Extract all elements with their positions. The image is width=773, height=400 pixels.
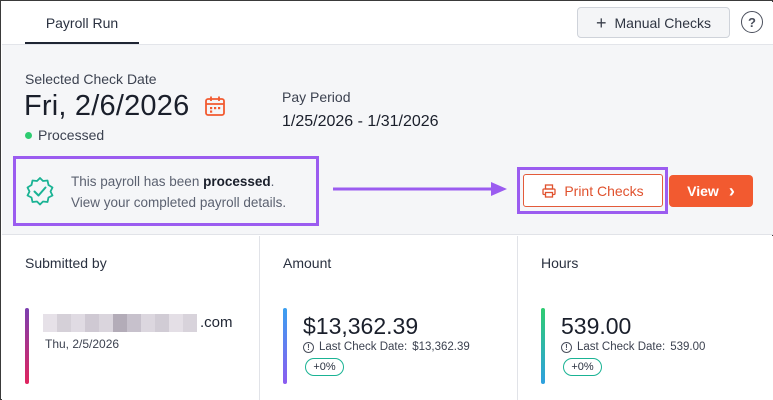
processed-notice: This payroll has been processed. View yo… — [13, 156, 319, 226]
tab-payroll-run[interactable]: Payroll Run — [25, 1, 139, 44]
card-accent-bar — [25, 308, 29, 384]
chevron-right-icon: › — [728, 181, 735, 201]
hours-value: 539.00 — [561, 313, 632, 339]
info-icon: ! — [303, 341, 314, 353]
hours-change-badge: +0% — [563, 358, 602, 376]
amount-last-check: ! Last Check Date: $13,362.39 — [303, 341, 470, 353]
hours-title: Hours — [541, 255, 579, 271]
calendar-icon[interactable] — [204, 95, 226, 117]
view-button[interactable]: View › — [669, 175, 753, 207]
payroll-window: Payroll Run + Manual Checks ? Selected C… — [0, 0, 773, 400]
arrow-right-icon — [333, 182, 507, 196]
tab-label: Payroll Run — [45, 14, 119, 31]
amount-title: Amount — [283, 255, 332, 271]
print-checks-button[interactable]: Print Checks — [523, 174, 663, 207]
email-suffix: .com — [200, 314, 233, 331]
submitted-by-card: Submitted by .com Thu, 2/5/2026 — [2, 236, 260, 400]
amount-value: $13,362.39 — [303, 313, 419, 339]
card-accent-bar — [541, 308, 545, 384]
status-indicator: Processed — [25, 127, 104, 143]
status-text: Processed — [38, 127, 105, 143]
notice-line-1: This payroll has been processed. — [71, 174, 275, 189]
check-badge-icon — [26, 177, 54, 206]
view-label: View — [687, 183, 719, 199]
print-checks-label: Print Checks — [564, 182, 644, 199]
hours-last-check: ! Last Check Date: 539.00 — [561, 341, 705, 353]
card-accent-bar — [283, 308, 287, 384]
pay-period-label: Pay Period — [282, 89, 351, 105]
check-date-value: Fri, 2/6/2026 — [24, 90, 190, 122]
printer-icon — [542, 183, 556, 198]
info-icon: ! — [561, 341, 572, 353]
help-icon[interactable]: ? — [741, 11, 763, 33]
pay-period-value: 1/25/2026 - 1/31/2026 — [282, 113, 439, 130]
amount-change-badge: +0% — [305, 358, 344, 376]
active-tab-underline — [25, 42, 139, 44]
amount-card: Amount $13,362.39 ! Last Check Date: $13… — [260, 236, 518, 400]
check-date-label: Selected Check Date — [25, 71, 157, 87]
status-dot — [25, 131, 32, 139]
manual-checks-button[interactable]: + Manual Checks — [577, 7, 730, 38]
notice-line-2: View your completed payroll details. — [71, 195, 287, 210]
plus-icon: + — [595, 12, 607, 33]
manual-checks-label: Manual Checks — [614, 14, 712, 31]
submitted-date: Thu, 2/5/2026 — [45, 337, 120, 351]
hours-card: Hours 539.00 ! Last Check Date: 539.00 +… — [518, 236, 773, 400]
redacted-email — [43, 314, 197, 332]
submitted-by-title: Submitted by — [25, 255, 107, 271]
